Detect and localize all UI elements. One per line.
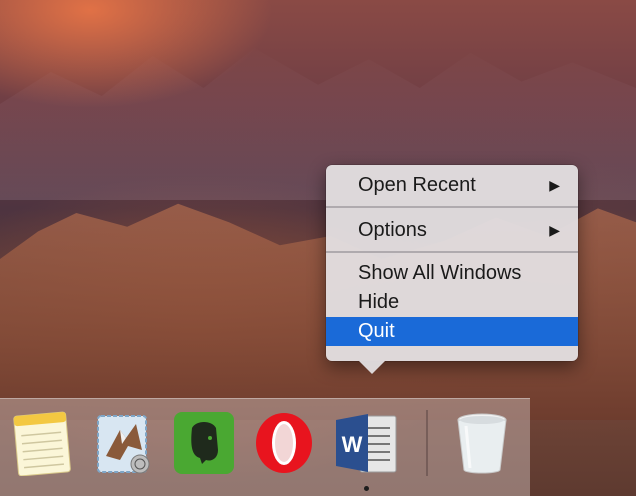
menu-item-show-all-windows[interactable]: Show All Windows (326, 259, 578, 288)
trash-icon[interactable] (450, 410, 514, 476)
word-letter: W (342, 432, 363, 457)
opera-icon[interactable] (252, 410, 316, 476)
submenu-arrow-icon: ▶ (549, 222, 560, 238)
menu-item-quit[interactable]: Quit (326, 317, 578, 346)
submenu-arrow-icon: ▶ (549, 177, 560, 193)
menu-item-label: Quit (358, 320, 395, 342)
menu-separator (326, 251, 578, 253)
word-icon[interactable]: W (334, 410, 398, 476)
dock-divider (426, 410, 428, 476)
menu-item-label: Show All Windows (358, 262, 522, 284)
menu-item-options[interactable]: Options ▶ (326, 214, 578, 246)
menu-item-label: Open Recent (358, 174, 476, 196)
dock-context-menu: Open Recent ▶ Options ▶ Show All Windows… (326, 165, 578, 374)
menu-item-open-recent[interactable]: Open Recent ▶ (326, 169, 578, 201)
menu-item-hide[interactable]: Hide (326, 288, 578, 317)
running-indicator (364, 486, 369, 491)
desktop-wallpaper: Open Recent ▶ Options ▶ Show All Windows… (0, 0, 636, 496)
menu-item-label: Options (358, 219, 427, 241)
menu-item-label: Hide (358, 291, 400, 313)
mail-icon[interactable] (92, 410, 156, 476)
menu-separator (326, 206, 578, 208)
notes-icon[interactable] (10, 410, 74, 476)
evernote-icon[interactable] (172, 410, 236, 476)
